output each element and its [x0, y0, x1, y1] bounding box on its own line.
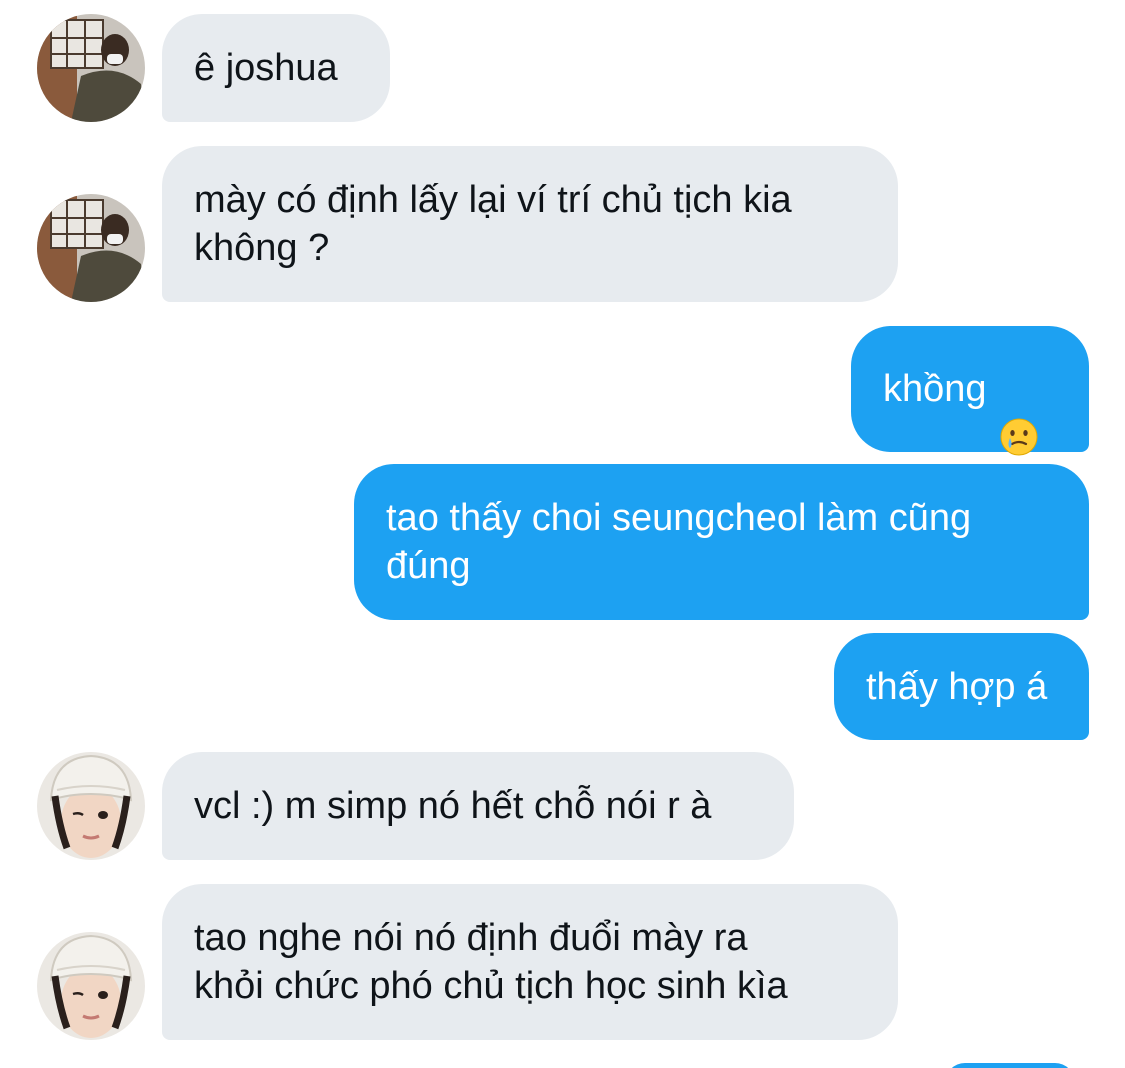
message-bubble[interactable]: ê joshua	[162, 14, 390, 122]
avatar-photo-icon	[37, 14, 145, 122]
user-a-avatar[interactable]	[37, 14, 145, 122]
message-bubble[interactable]: tao thấy choi seungcheol làm cũng đúng	[354, 464, 1089, 620]
message-text: thấy hợp á	[866, 665, 1048, 708]
message-bubble[interactable]: thấy hợp á	[834, 633, 1089, 740]
crying-smile-emoji-icon	[999, 369, 1039, 456]
message-bubble[interactable]: khồng	[851, 326, 1089, 456]
message-text: khồng	[883, 368, 987, 410]
message-text: vcl :) m simp nó hết chỗ nói r à	[194, 785, 712, 827]
message-text: mày có định lấy lại ví trí chủ tịch kia …	[194, 179, 792, 269]
avatar-photo-icon	[37, 194, 145, 302]
user-b-avatar[interactable]	[37, 932, 145, 1040]
user-a-avatar[interactable]	[37, 194, 145, 302]
user-b-avatar[interactable]	[37, 752, 145, 860]
message-bubble[interactable]: vcl :) m simp nó hết chỗ nói r à	[162, 752, 794, 860]
message-text: tao nghe nói nó định đuổi mày ra khỏi ch…	[194, 917, 788, 1007]
message-bubble-partial[interactable]	[945, 1063, 1075, 1068]
message-text: ê joshua	[194, 47, 338, 89]
avatar-photo-icon	[37, 752, 145, 860]
message-text: tao thấy choi seungcheol làm cũng đúng	[386, 497, 972, 587]
message-bubble[interactable]: tao nghe nói nó định đuổi mày ra khỏi ch…	[162, 884, 898, 1040]
message-thread: ê joshua mày có định lấy lại ví trí chủ …	[0, 0, 1125, 1068]
avatar-photo-icon	[37, 932, 145, 1040]
message-bubble[interactable]: mày có định lấy lại ví trí chủ tịch kia …	[162, 146, 898, 302]
